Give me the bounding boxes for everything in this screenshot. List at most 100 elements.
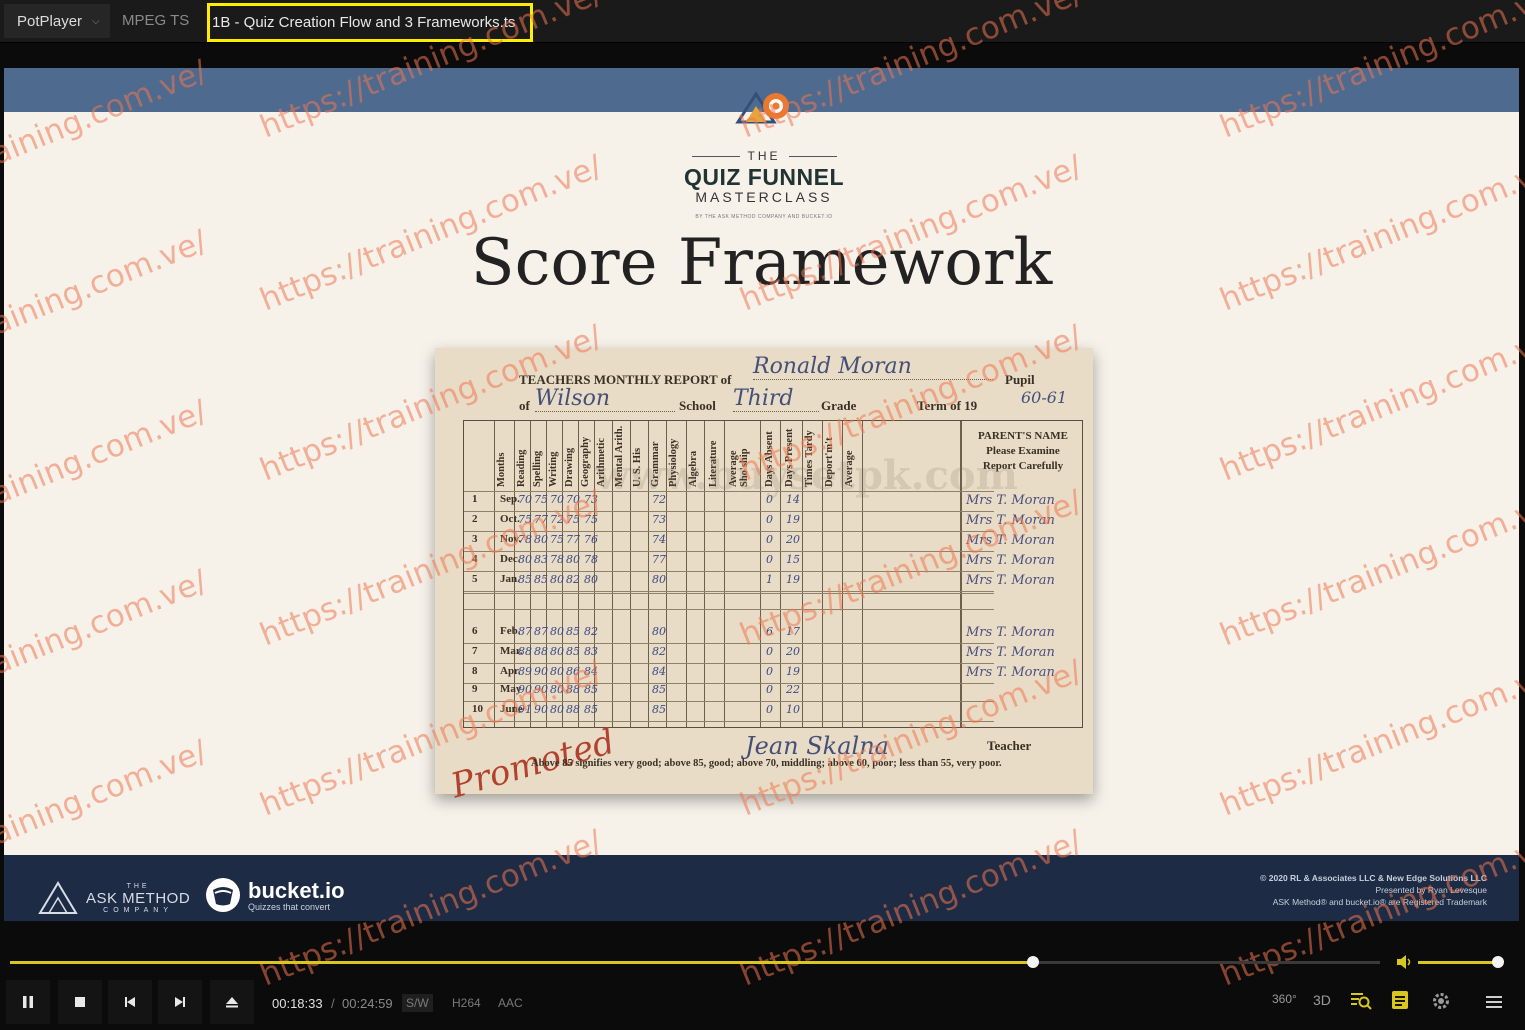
sw-decoder-badge[interactable]: S/W	[402, 994, 433, 1012]
grid-row-line	[464, 551, 994, 552]
grid-row-line	[464, 591, 994, 592]
time-total[interactable]: 00:24:59	[342, 996, 393, 1011]
playlist-search-icon[interactable]	[1350, 990, 1372, 1010]
previous-button[interactable]	[108, 980, 152, 1024]
grammar-grade: 80	[652, 625, 666, 638]
grammar-grade: 77	[652, 553, 666, 566]
days-present: 20	[786, 645, 800, 658]
vr-360-button[interactable]: 360°	[1272, 992, 1297, 1006]
subject-header: Drawing	[564, 447, 575, 487]
grammar-grade: 84	[652, 665, 666, 678]
video-area[interactable]: THE QUIZ FUNNEL MASTERCLASS BY THE ASK M…	[4, 68, 1519, 921]
row-number: 3	[472, 533, 478, 545]
seek-handle[interactable]	[1026, 956, 1039, 968]
parent-signature: Mrs T. Moran	[966, 513, 1055, 528]
subject-header: Months	[496, 452, 507, 487]
bucket-io-logo: bucket.io Quizzes that convert	[204, 876, 345, 914]
grade-value: 85	[534, 573, 548, 586]
bucket-name: bucket.io	[248, 878, 345, 903]
legal-line-3: ASK Method® and bucket.io® are Registere…	[1272, 897, 1487, 907]
grade-value: 77	[534, 513, 548, 526]
grade-value: 88	[566, 703, 580, 716]
row-number: 1	[472, 493, 478, 505]
days-present: 17	[786, 625, 800, 638]
logo-main: QUIZ FUNNEL	[683, 164, 845, 190]
parent-signature: Mrs T. Moran	[966, 645, 1055, 660]
grade-value: 75	[534, 493, 548, 506]
days-absent: 1	[766, 573, 773, 586]
grammar-grade: 82	[652, 645, 666, 658]
eject-icon	[226, 997, 238, 1008]
grade-value: 75	[566, 513, 580, 526]
grid-row-line	[464, 511, 994, 512]
row-number: 6	[472, 625, 478, 637]
grid-column-line	[494, 421, 495, 727]
stamp-watermark: www.buysetpk.com	[595, 452, 1018, 499]
school-label: School	[679, 398, 716, 413]
previous-icon	[125, 997, 135, 1007]
next-button[interactable]	[158, 980, 202, 1024]
bucket-icon	[206, 878, 240, 912]
legal-line-2: Presented by Ryan Levesque	[1375, 885, 1487, 895]
grid-row-line	[464, 593, 994, 594]
time-separator: /	[331, 996, 335, 1011]
row-month: Jan.	[500, 573, 520, 585]
pause-button[interactable]	[6, 980, 50, 1024]
grid-row-line	[464, 531, 994, 532]
stop-icon	[75, 997, 85, 1007]
next-icon	[175, 997, 185, 1007]
arithmetic-grade: 84	[584, 665, 598, 678]
pause-icon	[23, 996, 33, 1008]
title-bar: PotPlayer ⌵ MPEG TS 1B - Quiz Creation F…	[0, 0, 1525, 43]
grid-row-line	[464, 721, 994, 722]
audio-codec-badge[interactable]: AAC	[494, 994, 527, 1012]
mountain-logo-icon	[735, 91, 789, 124]
grade-value: 87	[534, 625, 548, 638]
arithmetic-grade: 76	[584, 533, 598, 546]
grade-value: 80	[550, 703, 564, 716]
grade-value: 70	[518, 493, 532, 506]
eject-button[interactable]	[210, 980, 254, 1024]
settings-icon[interactable]	[1430, 990, 1452, 1012]
volume-slider[interactable]	[1418, 956, 1504, 968]
subtitle-icon[interactable]	[1391, 990, 1409, 1010]
days-absent: 0	[766, 513, 773, 526]
ask-company: COMPANY	[103, 906, 174, 914]
grade-value: 80	[518, 553, 532, 566]
grade-value: 78	[550, 553, 564, 566]
grid-row-line	[464, 701, 994, 702]
grade-value: 78	[518, 533, 532, 546]
ask-method-logo: THE ASK METHOD COMPANY	[38, 881, 190, 915]
seek-progress-fill	[10, 961, 1033, 964]
grammar-grade: 85	[652, 703, 666, 716]
ask-the: THE	[126, 882, 150, 890]
grade-value: 89	[518, 665, 532, 678]
video-codec-badge[interactable]: H264	[448, 994, 485, 1012]
seek-bar[interactable]	[10, 956, 1380, 968]
app-menu-button[interactable]: PotPlayer ⌵	[4, 4, 110, 38]
grade-value: 80	[550, 665, 564, 678]
volume-handle[interactable]	[1492, 956, 1504, 968]
logo-the: THE	[644, 149, 884, 163]
grammar-grade: 74	[652, 533, 666, 546]
row-number: 10	[472, 703, 483, 715]
volume-icon[interactable]	[1396, 954, 1414, 970]
row-number: 8	[472, 665, 478, 677]
grade-value: 83	[534, 553, 548, 566]
days-present: 15	[786, 553, 800, 566]
arithmetic-grade: 83	[584, 645, 598, 658]
days-absent: 0	[766, 533, 773, 546]
grade-value: 82	[566, 573, 580, 586]
days-present: 19	[786, 573, 800, 586]
subject-header: Spelling	[532, 450, 543, 487]
grade-value: 85	[566, 645, 580, 658]
parent-signature: Mrs T. Moran	[966, 553, 1055, 568]
ask-triangle-icon	[38, 881, 78, 914]
row-number: 4	[472, 553, 478, 565]
legal-notice: © 2020 RL & Associates LLC & New Edge So…	[1260, 872, 1487, 908]
days-present: 10	[786, 703, 800, 716]
row-month: Sep.	[500, 493, 520, 505]
3d-button[interactable]: 3D	[1313, 992, 1331, 1008]
stop-button[interactable]	[58, 980, 102, 1024]
menu-icon[interactable]	[1485, 994, 1503, 1010]
